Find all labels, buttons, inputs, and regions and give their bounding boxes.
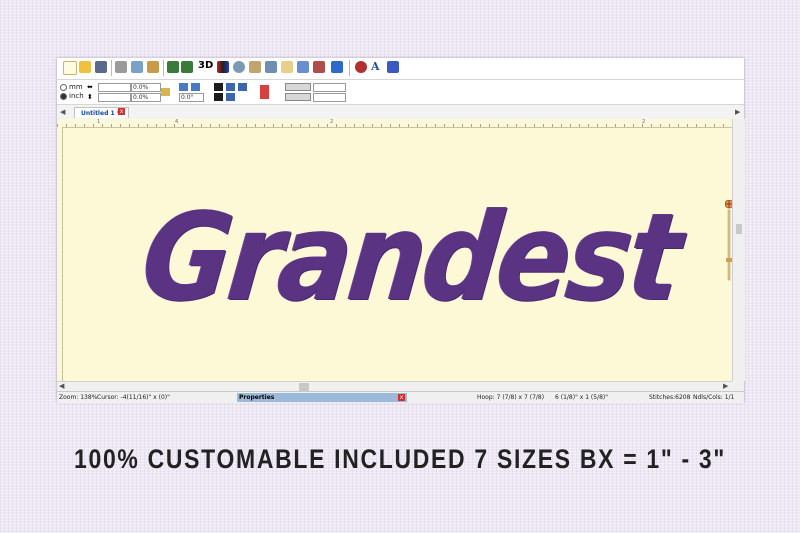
horizontal-scroll-thumb[interactable]: [299, 383, 309, 391]
width-percent-field[interactable]: 0.0%: [131, 83, 161, 92]
status-bar: Zoom: 138% Cursor: -4(11/16)" x (0)" Pro…: [57, 391, 744, 403]
scroll-left-icon[interactable]: ◀: [59, 382, 64, 390]
move-icon[interactable]: [265, 61, 277, 73]
main-toolbar: 3D A: [57, 58, 744, 80]
center-icon[interactable]: [226, 83, 235, 91]
radio-circle-icon: [60, 83, 67, 91]
space-vertical-icon[interactable]: [285, 93, 311, 101]
rotate-right-icon[interactable]: [191, 83, 200, 91]
properties-close-icon[interactable]: x: [398, 394, 405, 401]
new-icon[interactable]: [63, 61, 77, 75]
angle-field[interactable]: 0.0°: [179, 93, 204, 102]
embroidery-app-window: 3D A mm inch ⬌ ⬍ 0.0% 0.0% 0.0° ◀ Untitl…: [57, 58, 745, 403]
options-toolbar: mm inch ⬌ ⬍ 0.0% 0.0% 0.0°: [57, 80, 744, 105]
unit-mm-radio[interactable]: mm: [60, 83, 83, 91]
properties-panel-header[interactable]: Properties x: [237, 393, 407, 402]
tab-close-icon[interactable]: x: [118, 108, 125, 115]
height-percent-field[interactable]: 0.0%: [131, 93, 161, 102]
rotate-left-icon[interactable]: [179, 83, 188, 91]
width-field[interactable]: [98, 83, 131, 92]
unit-inch-radio[interactable]: inch: [60, 92, 84, 100]
height-field[interactable]: [98, 93, 131, 102]
vertical-scroll-thumb[interactable]: [736, 224, 742, 234]
spacing-field-2[interactable]: [313, 93, 346, 102]
design-canvas[interactable]: Grandest: [63, 128, 732, 381]
promo-caption: 100% CUSTOMABLE INCLUDED 7 SIZES BX = 1"…: [74, 444, 726, 474]
columns-icon[interactable]: [226, 93, 235, 101]
embroidery-design-text[interactable]: Grandest: [136, 188, 685, 328]
space-horizontal-icon[interactable]: [285, 83, 311, 91]
zoom-icon[interactable]: [233, 61, 245, 73]
horizontal-ruler: 1 4 2 2: [57, 119, 732, 128]
text-icon[interactable]: A: [371, 61, 383, 73]
needle-icon[interactable]: [313, 61, 325, 73]
scroll-right-icon[interactable]: ▶: [723, 382, 728, 390]
help-icon[interactable]: [260, 85, 269, 99]
align-top-icon[interactable]: [214, 83, 223, 91]
ruler-mark: 2: [330, 119, 334, 125]
hoop-icon[interactable]: [297, 61, 309, 73]
export-icon[interactable]: [387, 61, 399, 73]
stitch-count-status: Stitches:6208: [649, 394, 691, 401]
width-arrows-icon: ⬌: [87, 83, 93, 91]
needles-status: Ndls/Cols: 1/1: [693, 394, 735, 401]
tab-scroll-left-icon[interactable]: ◀: [60, 108, 65, 116]
save-icon[interactable]: [95, 61, 107, 73]
undo-icon[interactable]: [167, 61, 179, 73]
stitch-icon[interactable]: [355, 61, 367, 73]
copy-icon[interactable]: [131, 61, 143, 73]
design-size-status: 6 (1/8)" x 1 (5/8)": [555, 394, 609, 401]
distribute-icon[interactable]: [238, 83, 247, 91]
ruler-mark: 1: [97, 119, 101, 125]
radio-circle-icon: [60, 92, 67, 100]
spacing-field-1[interactable]: [313, 83, 346, 92]
zoom-slider[interactable]: [725, 200, 732, 284]
lock-icon[interactable]: [161, 88, 170, 96]
ruler-mark: 4: [175, 119, 179, 125]
align-bottom-icon[interactable]: [214, 93, 223, 101]
redo-icon[interactable]: [181, 61, 193, 73]
paste-icon[interactable]: [147, 61, 159, 73]
hoop-status: Hoop: 7 (7/8) x 7 (7/8): [477, 394, 545, 401]
document-tab-bar: ◀ Untitled 1 * x ▶: [57, 105, 744, 120]
select-icon[interactable]: [281, 61, 293, 73]
height-arrows-icon: ⬍: [87, 93, 93, 101]
print-icon[interactable]: [115, 61, 127, 73]
open-icon[interactable]: [79, 61, 91, 73]
grid-icon[interactable]: [331, 61, 343, 73]
color-icon[interactable]: [217, 61, 229, 73]
cursor-status: Cursor: -4(11/16)" x (0)": [97, 394, 170, 401]
ruler-mark: 2: [642, 119, 646, 125]
zoom-status: Zoom: 138%: [59, 394, 98, 401]
properties-title: Properties: [239, 394, 275, 401]
tab-scroll-right-icon[interactable]: ▶: [735, 108, 740, 116]
measure-icon[interactable]: [249, 61, 261, 73]
3d-view-button[interactable]: 3D: [198, 60, 213, 71]
vertical-scrollbar[interactable]: [732, 119, 745, 381]
